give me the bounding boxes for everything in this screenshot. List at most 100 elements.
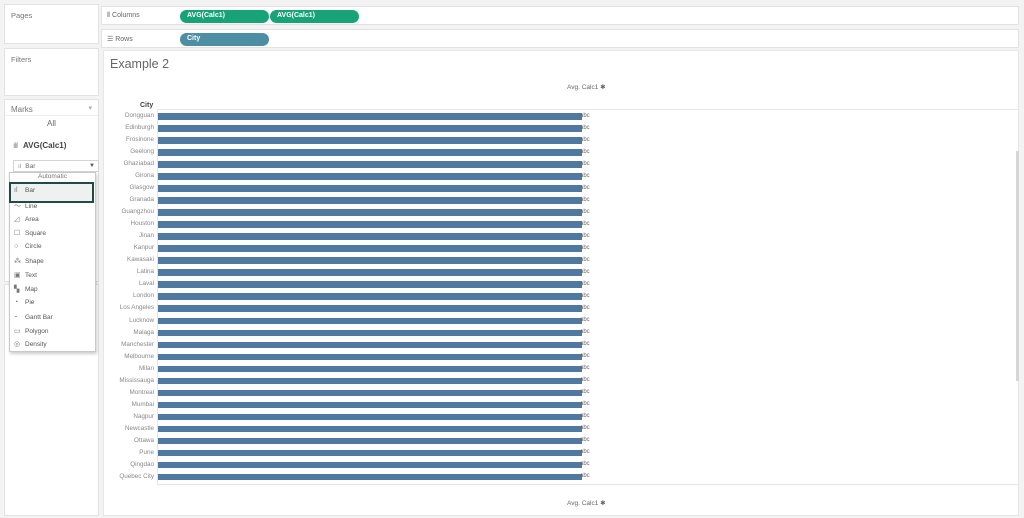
menu-item-area[interactable]: ◿ Area: [14, 215, 39, 227]
bar-mark[interactable]: [158, 257, 582, 264]
city-label[interactable]: Latina: [104, 268, 154, 275]
bar-mark[interactable]: [158, 281, 582, 288]
city-label[interactable]: London: [104, 292, 154, 299]
bar-mark[interactable]: [158, 245, 582, 252]
menu-item-automatic[interactable]: Automatic: [10, 173, 95, 185]
axis-title-top[interactable]: Avg. Calc1 ✱: [104, 83, 1018, 91]
columns-shelf[interactable]: ⦀ Columns AVG(Calc1) AVG(Calc1): [101, 6, 1019, 25]
bar-mark[interactable]: [158, 125, 582, 132]
bar-mark[interactable]: [158, 269, 582, 276]
bar-data-label: abc: [580, 304, 590, 311]
menu-item-shape[interactable]: ⁂ Shape: [14, 257, 44, 269]
city-label[interactable]: Houston: [104, 220, 154, 227]
city-label[interactable]: Ghaziabad: [104, 160, 154, 167]
menu-item-text[interactable]: ▣ Text: [14, 271, 37, 283]
city-label[interactable]: Dongguan: [104, 112, 154, 119]
city-label[interactable]: Melbourne: [104, 353, 154, 360]
city-label[interactable]: Ottawa: [104, 437, 154, 444]
bar-mark[interactable]: [158, 353, 582, 361]
rows-pill-city[interactable]: City: [180, 33, 269, 46]
bar-data-label: abc: [580, 413, 590, 420]
city-label[interactable]: Jinan: [104, 232, 154, 239]
menu-item-gantt-bar[interactable]: ⁃ Gantt Bar: [14, 313, 53, 325]
menu-item-bar[interactable]: ıl Bar: [14, 187, 35, 199]
city-label[interactable]: Quebec City: [104, 473, 154, 480]
bar-mark[interactable]: [158, 425, 582, 433]
menu-item-label: Line: [25, 203, 38, 210]
city-label[interactable]: Granada: [104, 196, 154, 203]
menu-item-circle[interactable]: ○ Circle: [14, 243, 42, 255]
bar-mark[interactable]: [158, 317, 582, 324]
city-label[interactable]: Laval: [104, 280, 154, 287]
city-label[interactable]: Kanpur: [104, 244, 154, 251]
bar-chart-icon: ıl: [18, 163, 22, 170]
menu-item-square[interactable]: ☐ Square: [14, 229, 46, 241]
columns-pill-avg-calc1[interactable]: AVG(Calc1): [180, 10, 269, 23]
bar-mark[interactable]: [158, 401, 582, 409]
rows-shelf[interactable]: ☰ Rows City: [101, 29, 1019, 48]
city-label[interactable]: Girona: [104, 172, 154, 179]
city-label[interactable]: Newcastle: [104, 425, 154, 432]
marks-menu-chevron-icon[interactable]: ▾: [88, 104, 92, 112]
mark-type-value: Bar: [25, 163, 36, 170]
marks-all-tab[interactable]: All: [5, 119, 98, 128]
menu-item-density[interactable]: ◎ Density: [14, 340, 47, 352]
axis-title-bottom[interactable]: Avg. Calc1 ✱: [104, 499, 1018, 507]
city-label[interactable]: Mumbai: [104, 401, 154, 408]
bar-mark[interactable]: [158, 161, 582, 168]
bar-mark[interactable]: [158, 449, 582, 457]
bar-mark[interactable]: [158, 437, 582, 445]
menu-item-polygon[interactable]: ▭ Polygon: [14, 327, 49, 339]
city-label[interactable]: Geelong: [104, 148, 154, 155]
bar-mark[interactable]: [158, 389, 582, 397]
bar-mark[interactable]: [158, 149, 582, 156]
filters-shelf[interactable]: Filters: [4, 48, 99, 96]
city-label[interactable]: Edinburgh: [104, 124, 154, 131]
bar-mark[interactable]: [158, 173, 582, 180]
bar-mark[interactable]: [158, 473, 582, 481]
menu-item-pie[interactable]: ◔ Pie: [14, 299, 34, 311]
bar-mark[interactable]: [158, 365, 582, 373]
rows-label: ☰ Rows: [107, 35, 133, 43]
city-label[interactable]: Guangzhou: [104, 208, 154, 215]
bar-mark[interactable]: [158, 341, 582, 349]
city-label[interactable]: Montreal: [104, 389, 155, 396]
filters-title: Filters: [11, 55, 32, 64]
city-label[interactable]: Los Angeles: [104, 304, 154, 311]
city-label[interactable]: Milan: [104, 365, 154, 372]
bar-mark[interactable]: [158, 221, 582, 228]
city-label[interactable]: Glasgow: [104, 184, 155, 191]
city-label[interactable]: Mississauga: [104, 377, 154, 384]
bar-mark[interactable]: [158, 137, 582, 144]
bar-mark[interactable]: [158, 377, 582, 385]
city-label[interactable]: Manchester: [104, 341, 154, 348]
pie-icon: ◔: [14, 299, 19, 306]
row-header-city[interactable]: City: [140, 102, 153, 109]
bar-mark[interactable]: [158, 185, 582, 192]
city-label[interactable]: Qingdao: [104, 461, 154, 468]
bar-mark[interactable]: [158, 413, 582, 421]
bar-mark[interactable]: [158, 197, 582, 204]
menu-item-line[interactable]: 〜 Line: [14, 201, 37, 213]
columns-pill-avg-calc1-2[interactable]: AVG(Calc1): [270, 10, 359, 23]
city-label[interactable]: Frosinone: [104, 136, 154, 143]
city-label[interactable]: Malaga: [104, 329, 154, 336]
bar-data-label: abc: [580, 437, 590, 444]
city-label[interactable]: Pune: [104, 449, 154, 456]
city-label[interactable]: Lucknow: [104, 317, 154, 324]
bar-mark[interactable]: [158, 209, 582, 216]
bar-mark[interactable]: [158, 329, 582, 337]
bar-mark[interactable]: [158, 293, 582, 300]
vertical-scrollbar[interactable]: [1016, 151, 1019, 381]
city-label[interactable]: Kawasaki: [104, 256, 154, 263]
bar-mark[interactable]: [158, 305, 582, 312]
bar-mark[interactable]: [158, 461, 582, 469]
bar-mark[interactable]: [158, 233, 582, 240]
pages-shelf[interactable]: Pages: [4, 4, 99, 44]
bar-mark[interactable]: [158, 113, 582, 120]
bar-data-label: abc: [580, 124, 590, 131]
mark-type-dropdown[interactable]: ıl Bar ▼: [13, 160, 99, 172]
city-label[interactable]: Nagpur: [104, 413, 154, 420]
marks-calc-tab[interactable]: ılıl AVG(Calc1): [13, 141, 66, 150]
menu-item-map[interactable]: ▚ Map: [14, 285, 38, 297]
